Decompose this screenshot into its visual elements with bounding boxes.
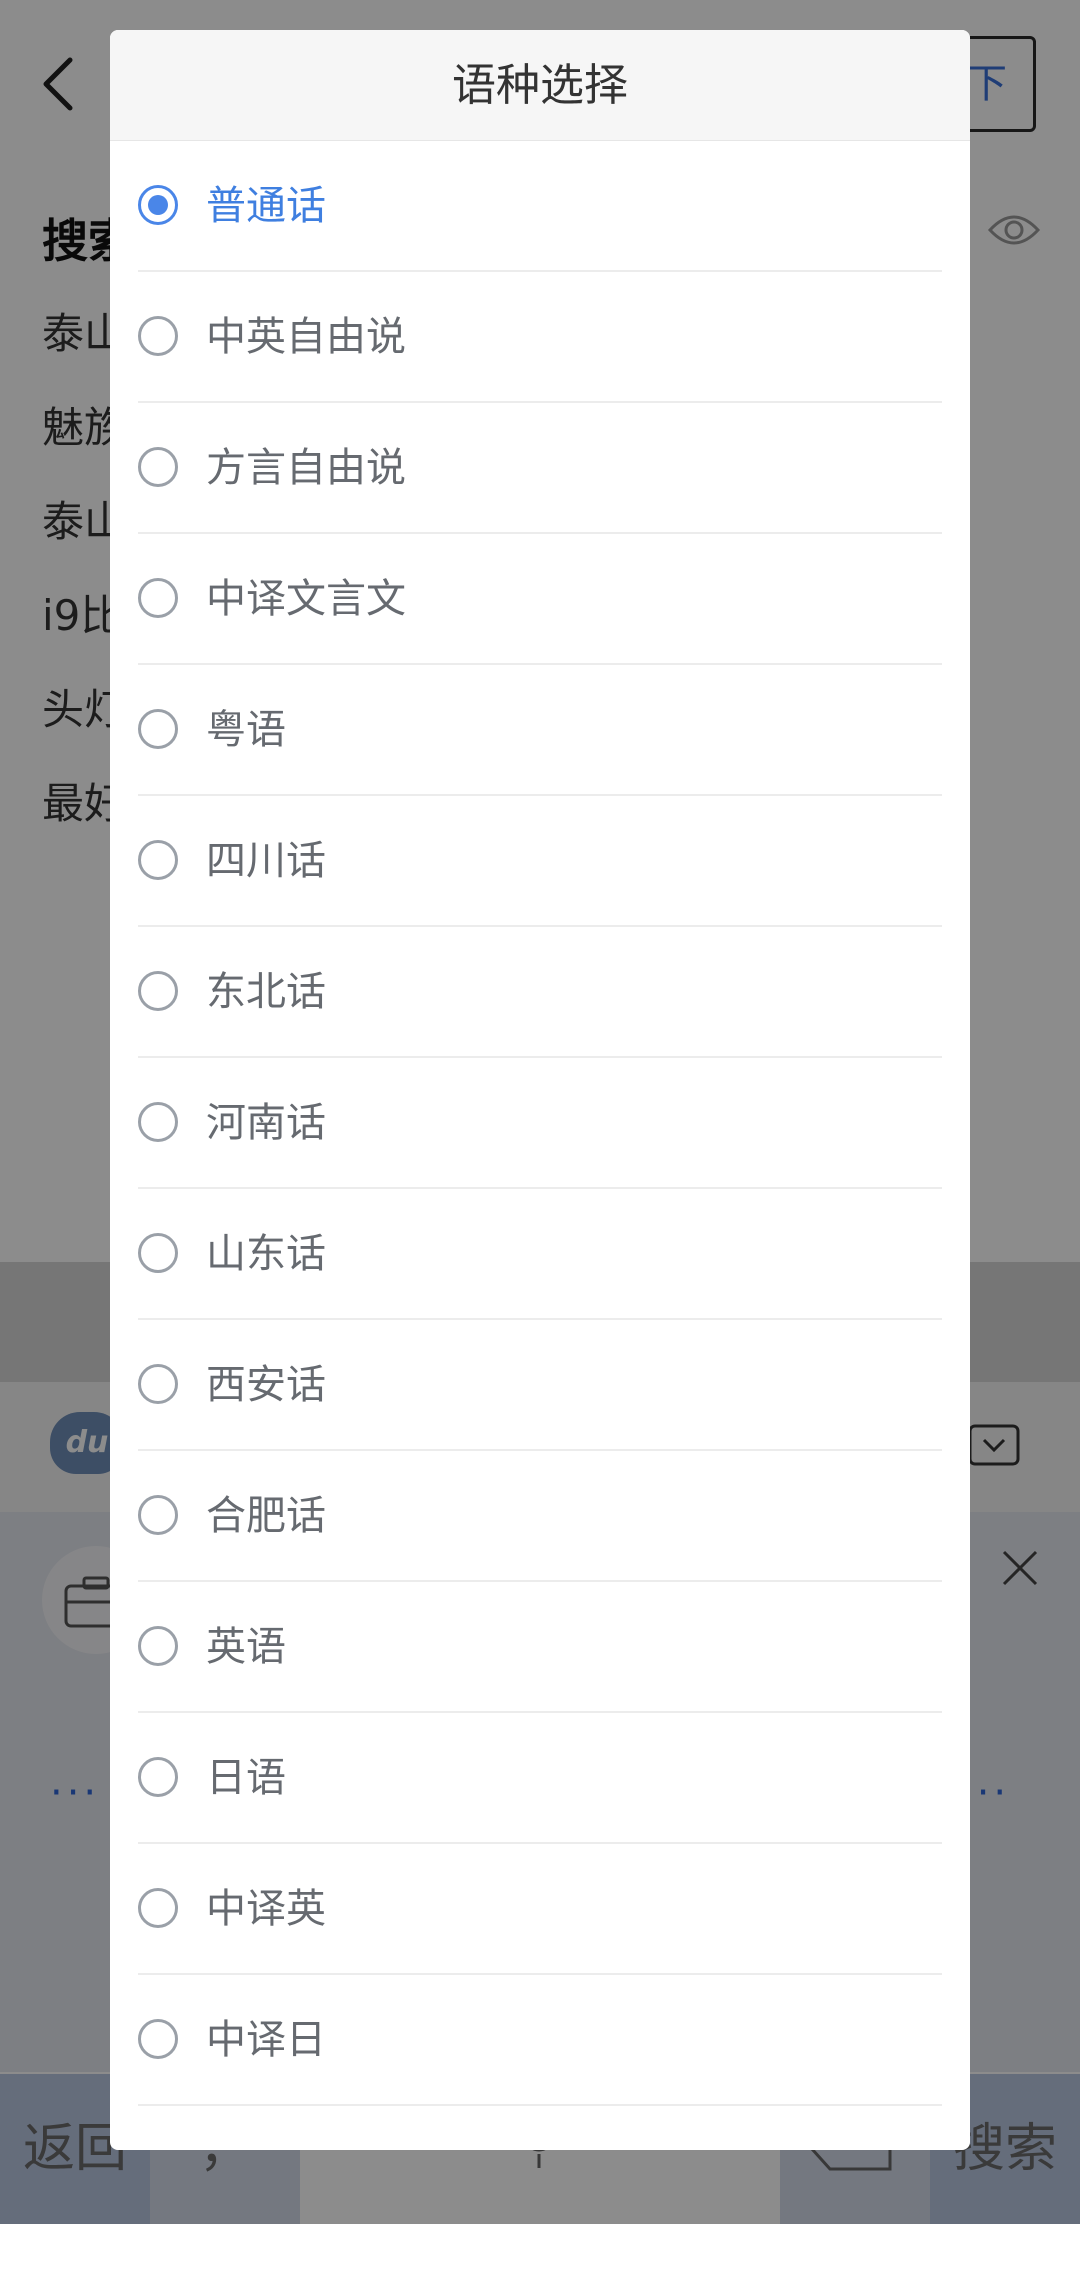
radio-unchecked-icon[interactable] xyxy=(138,1364,178,1404)
language-option[interactable]: 粤语 xyxy=(138,665,942,796)
radio-unchecked-icon[interactable] xyxy=(138,2019,178,2059)
language-option[interactable]: 四川话 xyxy=(138,796,942,927)
language-option-label: 英语 xyxy=(206,1624,286,1670)
language-option-label: 中译英 xyxy=(206,1886,326,1932)
radio-unchecked-icon[interactable] xyxy=(138,316,178,356)
radio-checked-icon[interactable] xyxy=(138,185,178,225)
language-option[interactable]: 东北话 xyxy=(138,927,942,1058)
radio-unchecked-icon[interactable] xyxy=(138,1626,178,1666)
radio-unchecked-icon[interactable] xyxy=(138,1233,178,1273)
language-option-label: 粤语 xyxy=(206,707,286,753)
language-option-label: 河南话 xyxy=(206,1100,326,1146)
language-option[interactable]: 中译日 xyxy=(138,1975,942,2106)
radio-unchecked-icon[interactable] xyxy=(138,840,178,880)
language-option-label: 中英自由说 xyxy=(206,314,406,360)
radio-unchecked-icon[interactable] xyxy=(138,709,178,749)
radio-unchecked-icon[interactable] xyxy=(138,447,178,487)
language-option[interactable]: 西安话 xyxy=(138,1320,942,1451)
radio-unchecked-icon[interactable] xyxy=(138,1888,178,1928)
language-option[interactable]: 中译英 xyxy=(138,1844,942,1975)
radio-unchecked-icon[interactable] xyxy=(138,1102,178,1142)
language-option-label: 四川话 xyxy=(206,838,326,884)
language-option[interactable]: 河南话 xyxy=(138,1058,942,1189)
language-option[interactable]: 中英自由说 xyxy=(138,272,942,403)
language-option-label: 东北话 xyxy=(206,969,326,1015)
language-option[interactable]: 英语 xyxy=(138,1582,942,1713)
language-option-label: 西安话 xyxy=(206,1362,326,1408)
language-select-dialog: 语种选择 普通话中英自由说方言自由说中译文言文粤语四川话东北话河南话山东话西安话… xyxy=(110,30,970,2150)
language-option[interactable]: 方言自由说 xyxy=(138,403,942,534)
language-option-label: 合肥话 xyxy=(206,1493,326,1539)
language-option-list: 普通话中英自由说方言自由说中译文言文粤语四川话东北话河南话山东话西安话合肥话英语… xyxy=(110,141,970,2106)
radio-unchecked-icon[interactable] xyxy=(138,1495,178,1535)
radio-unchecked-icon[interactable] xyxy=(138,1757,178,1797)
language-option-label: 日语 xyxy=(206,1755,286,1801)
language-option-label: 中译日 xyxy=(206,2017,326,2063)
language-option-label: 普通话 xyxy=(206,183,326,229)
language-option-label: 中译文言文 xyxy=(206,576,406,622)
language-option[interactable]: 日语 xyxy=(138,1713,942,1844)
radio-unchecked-icon[interactable] xyxy=(138,971,178,1011)
radio-unchecked-icon[interactable] xyxy=(138,578,178,618)
language-option[interactable]: 中译文言文 xyxy=(138,534,942,665)
language-option[interactable]: 山东话 xyxy=(138,1189,942,1320)
language-option[interactable]: 合肥话 xyxy=(138,1451,942,1582)
dialog-title: 语种选择 xyxy=(110,30,970,141)
language-option[interactable]: 普通话 xyxy=(138,141,942,272)
language-option-label: 方言自由说 xyxy=(206,445,406,491)
language-option-label: 山东话 xyxy=(206,1231,326,1277)
